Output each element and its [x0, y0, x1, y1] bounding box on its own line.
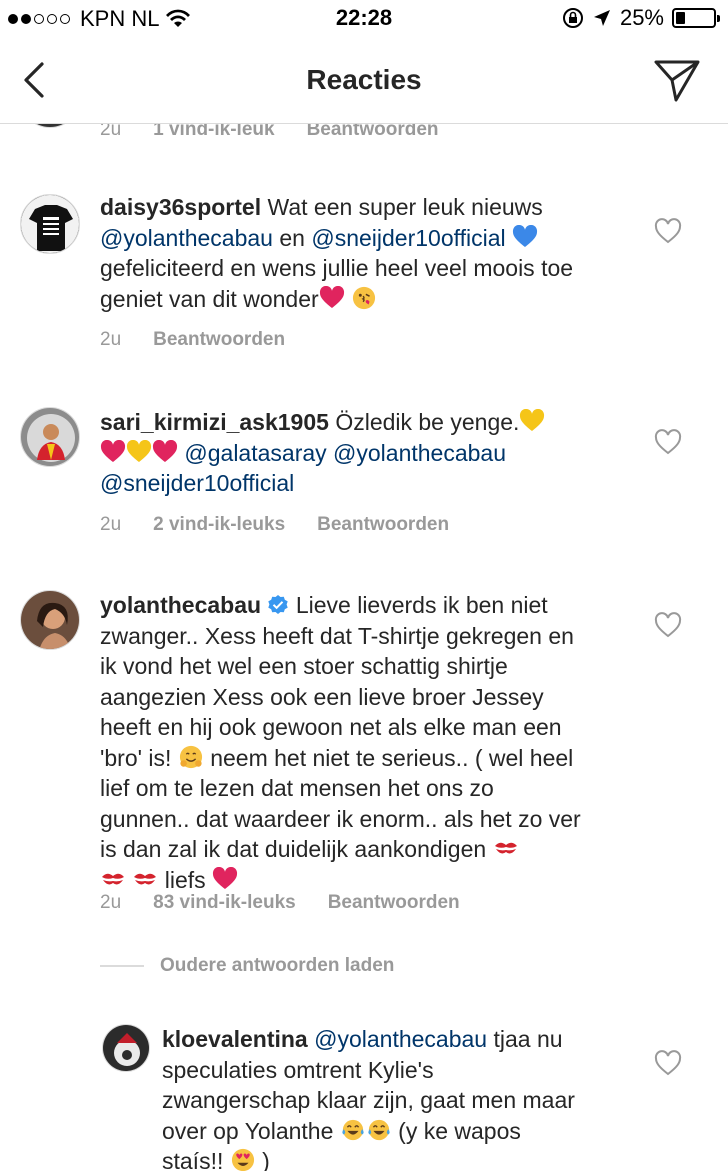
mention-link[interactable]: @yolanthecabau — [333, 440, 506, 466]
reply-button[interactable]: Beantwoorden — [317, 514, 449, 536]
comment-body: liefs — [164, 866, 206, 893]
avatar[interactable] — [102, 1024, 150, 1072]
comment-body: neem het niet te serieus.. ( wel heel — [210, 744, 574, 771]
avatar[interactable] — [20, 407, 80, 467]
comment-text: daisy36sportel Wat een super leuk nieuws… — [100, 192, 620, 314]
comment-body: ) — [262, 1148, 270, 1171]
load-older-replies-button[interactable]: Oudere antwoorden laden — [100, 955, 394, 977]
like-heart-icon[interactable] — [654, 218, 682, 244]
comment-body: Lieve lieverds ik ben niet — [295, 592, 548, 618]
direct-send-icon[interactable] — [652, 56, 702, 104]
likes-count[interactable]: 83 vind-ik-leuks — [153, 892, 296, 914]
red-heart-icon — [319, 285, 344, 308]
avatar[interactable] — [20, 194, 80, 254]
kiss-mark-icon — [494, 842, 517, 854]
comment-list: 2u 1 vind-ik-leuk Beantwoorden daisy36sp… — [0, 0, 728, 1171]
comment-body: over op Yolanthe — [162, 1117, 334, 1144]
reply-button[interactable]: Beantwoorden — [328, 892, 460, 914]
tshirt-avatar-icon — [21, 195, 79, 253]
comment-text: sari_kirmizi_ask1905 Özledik be yenge. @… — [100, 407, 620, 499]
comment-body: lief om te lezen dat mensen het ons zo — [100, 775, 494, 801]
reply-button[interactable]: Beantwoorden — [153, 329, 285, 351]
avatar[interactable] — [20, 590, 80, 650]
comment-body: staís!! — [162, 1148, 224, 1171]
comment-username[interactable]: kloevalentina — [162, 1026, 308, 1052]
tears-of-joy-icon — [342, 1119, 364, 1140]
comment-body: Wat een super leuk nieuws — [267, 194, 543, 220]
like-heart-icon[interactable] — [654, 1050, 682, 1076]
player-avatar-icon — [21, 408, 79, 466]
comment-text: kloevalentina @yolanthecabau tjaa nu spe… — [162, 1024, 632, 1171]
comment-body: geniet van dit wonder — [100, 285, 319, 312]
comment-username[interactable]: sari_kirmizi_ask1905 — [100, 409, 329, 435]
mention-link[interactable]: @sneijder10official — [311, 225, 505, 251]
kiss-mark-icon — [102, 873, 124, 884]
divider-line — [100, 965, 144, 967]
like-heart-icon[interactable] — [654, 429, 682, 455]
comment-body: heeft en hij ook gewoon net als elke man… — [100, 714, 562, 740]
page-title: Reacties — [306, 64, 422, 95]
like-heart-icon[interactable] — [654, 612, 682, 638]
comment-text: yolanthecabau Lieve lieverds ik ben niet… — [100, 590, 620, 895]
comment-time: 2u — [100, 329, 122, 350]
comment-meta: 2u Beantwoorden — [100, 329, 285, 351]
comment-body: ik vond het wel een stoer schattig shirt… — [100, 653, 508, 679]
comment-body: zwangerschap klaar zijn, gaat men maar — [162, 1087, 575, 1113]
heart-eyes-icon — [231, 1148, 254, 1171]
mention-link[interactable]: @sneijder10official — [100, 470, 294, 496]
comment-username[interactable]: yolanthecabau — [100, 592, 261, 618]
comment-body: (y ke wapos — [398, 1117, 521, 1144]
mention-link[interactable]: @yolanthecabau — [314, 1026, 487, 1052]
profile-photo-icon — [103, 1025, 149, 1071]
red-heart-icon — [100, 439, 126, 462]
navigation-bar: Reacties — [0, 38, 728, 124]
load-older-replies-label: Oudere antwoorden laden — [160, 955, 395, 976]
comment-body: en — [279, 224, 305, 251]
comment-body: speculaties omtrent Kylie's — [162, 1056, 434, 1083]
blue-heart-icon — [513, 224, 538, 247]
comment-body: is dan zal ik dat duidelijk aankondigen — [100, 836, 487, 862]
comment-username[interactable]: daisy36sportel — [100, 194, 261, 220]
profile-photo-icon — [21, 591, 79, 649]
yellow-heart-icon — [520, 409, 545, 431]
comment-body: tjaa nu — [493, 1026, 563, 1052]
comment-meta: 2u 2 vind-ik-leuks Beantwoorden — [100, 514, 449, 536]
comment-body: aangezien Xess ook een lieve broer Jesse… — [100, 683, 544, 710]
comment-body: gunnen.. dat waardeer ik enorm.. als het… — [100, 805, 581, 832]
mention-link[interactable]: @galatasaray — [184, 440, 326, 466]
red-heart-icon — [213, 866, 238, 889]
yellow-heart-icon — [126, 439, 152, 462]
mention-link[interactable]: @yolanthecabau — [100, 225, 273, 251]
comment-time: 2u — [100, 892, 122, 913]
red-heart-icon — [152, 439, 178, 462]
comment-meta: 2u 83 vind-ik-leuks Beantwoorden — [100, 892, 460, 914]
kiss-face-icon — [352, 286, 376, 309]
likes-count[interactable]: 2 vind-ik-leuks — [153, 514, 285, 536]
comment-body: zwanger.. Xess heeft dat T-shirtje gekre… — [100, 622, 574, 649]
comment-body: Özledik be yenge. — [335, 409, 520, 435]
verified-badge-icon — [268, 595, 289, 614]
comment-time: 2u — [100, 514, 122, 535]
hugging-face-icon — [179, 745, 202, 768]
comment-body: gefeliciteerd en wens jullie heel veel m… — [100, 255, 574, 281]
kiss-mark-icon — [134, 873, 157, 884]
tears-of-joy-icon — [368, 1119, 390, 1140]
comment-body: 'bro' is! — [100, 744, 172, 771]
